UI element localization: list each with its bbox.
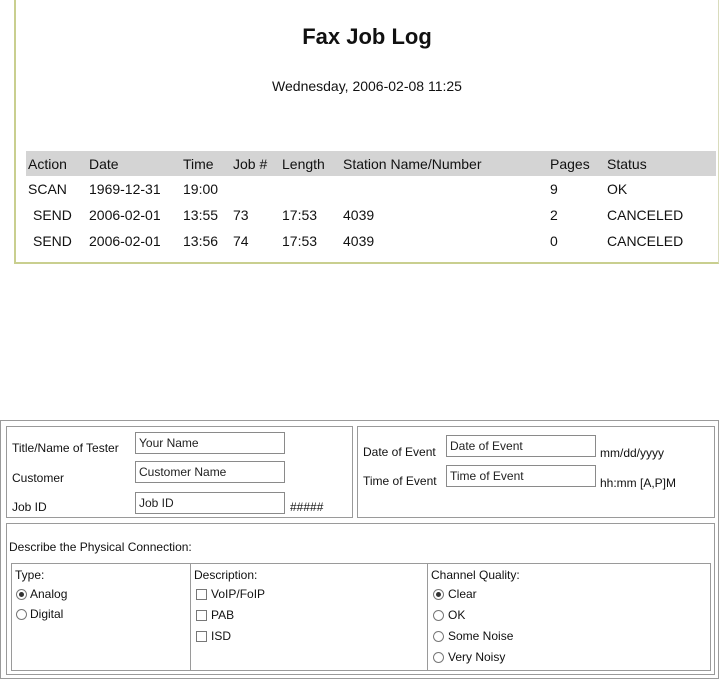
table-row: SEND 2006-02-01 13:56 74 17:53 4039 0 CA… — [26, 228, 716, 254]
tester-name-input[interactable] — [135, 432, 285, 454]
cell-time: 13:55 — [183, 207, 219, 223]
quality-ok-radio[interactable] — [433, 610, 444, 621]
quality-very-noisy-label: Very Noisy — [448, 650, 506, 664]
pab-checkbox[interactable] — [196, 610, 207, 621]
physical-connection-box: Describe the Physical Connection: Type: … — [6, 523, 715, 675]
cell-date: 2006-02-01 — [89, 233, 161, 249]
quality-ok-label: OK — [448, 608, 466, 622]
cell-pages: 0 — [550, 233, 558, 249]
cell-job-number: 74 — [233, 233, 249, 249]
cell-station: 4039 — [343, 207, 375, 223]
cell-station — [341, 176, 548, 202]
table-row: SCAN 1969-12-31 19:00 9 OK — [26, 176, 716, 202]
cell-station: 4039 — [343, 233, 375, 249]
event-time-input[interactable] — [446, 465, 596, 487]
pab-label: PAB — [211, 608, 235, 622]
customer-label: Customer — [12, 471, 65, 485]
test-info-form: Title/Name of Tester Customer Job ID ###… — [0, 420, 719, 679]
column-header-action: Action — [26, 151, 87, 176]
job-id-format-hint: ##### — [290, 500, 324, 514]
cell-status: CANCELED — [607, 207, 684, 223]
voip-foip-label: VoIP/FoIP — [211, 587, 266, 601]
isd-checkbox[interactable] — [196, 631, 207, 642]
column-header-job-number: Job # — [231, 151, 280, 176]
type-digital-radio[interactable] — [16, 609, 27, 620]
cell-time: 19:00 — [183, 181, 219, 197]
fax-log-datetime: Wednesday, 2006-02-08 11:25 — [272, 78, 462, 94]
table-row: SEND 2006-02-01 13:55 73 17:53 4039 2 CA… — [26, 202, 716, 228]
column-header-time: Time — [181, 151, 231, 176]
event-date-input[interactable] — [446, 435, 596, 457]
tester-name-label: Title/Name of Tester — [12, 441, 119, 455]
fax-job-table: Action Date Time Job # Length Station Na… — [26, 151, 716, 254]
cell-action: SCAN — [28, 181, 67, 197]
cell-action: SEND — [33, 233, 72, 249]
fax-log-title: Fax Job Log — [302, 24, 432, 49]
column-header-station: Station Name/Number — [341, 151, 548, 176]
cell-job-number — [231, 176, 280, 202]
cell-date: 1969-12-31 — [89, 181, 161, 197]
voip-foip-checkbox[interactable] — [196, 589, 207, 600]
event-time-label: Time of Event — [363, 474, 437, 488]
quality-some-noise-radio[interactable] — [433, 631, 444, 642]
event-info-box: Date of Event mm/dd/yyyy Time of Event h… — [357, 426, 715, 518]
cell-date: 2006-02-01 — [89, 207, 161, 223]
type-analog-label: Analog — [30, 587, 68, 601]
event-date-format-hint: mm/dd/yyyy — [600, 446, 665, 460]
cell-length — [280, 176, 341, 202]
type-group: Type: Analog Digital — [12, 564, 191, 670]
quality-clear-radio[interactable] — [433, 589, 444, 600]
quality-very-noisy-radio[interactable] — [433, 652, 444, 663]
cell-job-number: 73 — [233, 207, 249, 223]
channel-quality-group: Channel Quality: Clear OK Some Noise Ver… — [428, 564, 710, 670]
type-digital-label: Digital — [30, 607, 64, 621]
cell-status: OK — [607, 181, 628, 197]
customer-input[interactable] — [135, 461, 285, 483]
cell-length: 17:53 — [282, 233, 318, 249]
channel-quality-label: Channel Quality: — [431, 568, 520, 582]
quality-some-noise-label: Some Noise — [448, 629, 514, 643]
description-group: Description: VoIP/FoIP PAB ISD — [191, 564, 428, 670]
type-analog-radio[interactable] — [16, 589, 27, 600]
cell-status: CANCELED — [607, 233, 684, 249]
quality-clear-label: Clear — [448, 587, 477, 601]
connection-options-box: Type: Analog Digital Description: VoIP/F… — [11, 563, 711, 671]
cell-length: 17:53 — [282, 207, 318, 223]
column-header-date: Date — [87, 151, 181, 176]
type-label: Type: — [15, 568, 45, 582]
cell-time: 13:56 — [183, 233, 219, 249]
cell-action: SEND — [33, 207, 72, 223]
event-date-label: Date of Event — [363, 445, 436, 459]
cell-pages: 9 — [550, 181, 558, 197]
column-header-pages: Pages — [548, 151, 605, 176]
job-id-label: Job ID — [12, 500, 47, 514]
event-time-format-hint: hh:mm [A,P]M — [600, 476, 677, 490]
description-label: Description: — [194, 568, 258, 582]
column-header-length: Length — [280, 151, 341, 176]
isd-label: ISD — [211, 629, 232, 643]
column-header-status: Status — [605, 151, 716, 176]
cell-pages: 2 — [550, 207, 558, 223]
physical-connection-label: Describe the Physical Connection: — [9, 540, 192, 554]
table-header-row: Action Date Time Job # Length Station Na… — [26, 151, 716, 176]
job-id-input[interactable] — [135, 492, 285, 514]
fax-job-log-panel: Fax Job Log Wednesday, 2006-02-08 11:25 … — [14, 0, 719, 264]
tester-info-box: Title/Name of Tester Customer Job ID ###… — [6, 426, 353, 518]
